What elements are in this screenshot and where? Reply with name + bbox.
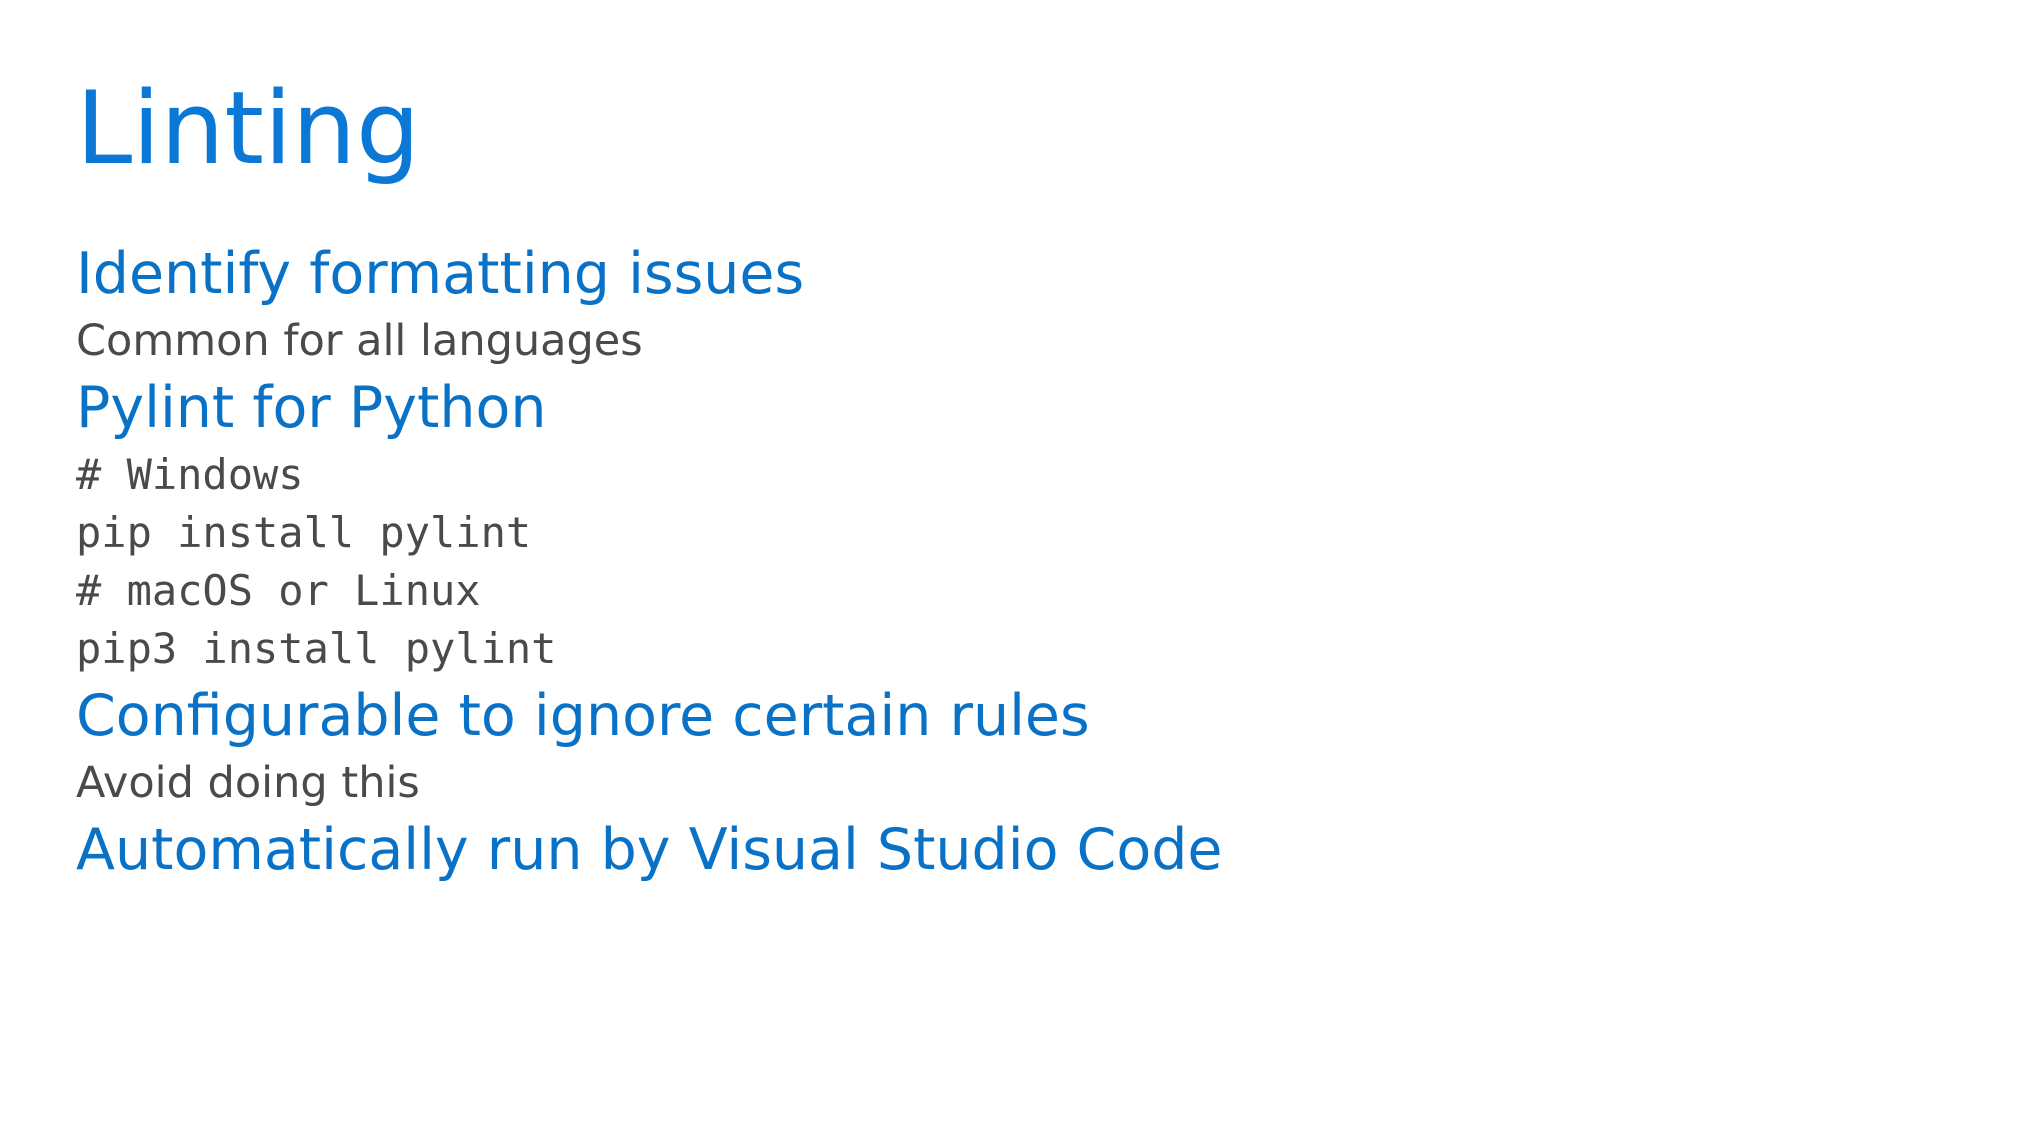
- bullet-heading-pylint: Pylint for Python: [76, 375, 547, 441]
- code-line-macos-linux-comment: # macOS or Linux: [76, 566, 481, 615]
- slide-title: Linting: [76, 69, 421, 187]
- code-line-pip3-install: pip3 install pylint: [76, 624, 557, 673]
- bullet-heading-configurable: Configurable to ignore certain rules: [76, 683, 1090, 749]
- bullet-sub-avoid: Avoid doing this: [76, 758, 420, 808]
- bullet-heading-identify-formatting: Identify formatting issues: [76, 241, 805, 307]
- code-line-pip-install: pip install pylint: [76, 508, 532, 557]
- slide: Linting Identify formatting issues Commo…: [76, 0, 1964, 1147]
- bullet-sub-common-languages: Common for all languages: [76, 316, 643, 366]
- code-line-windows-comment: # Windows: [76, 450, 304, 499]
- bullet-heading-vscode: Automatically run by Visual Studio Code: [76, 817, 1223, 883]
- slide-content: Identify formatting issues Common for al…: [76, 236, 1223, 888]
